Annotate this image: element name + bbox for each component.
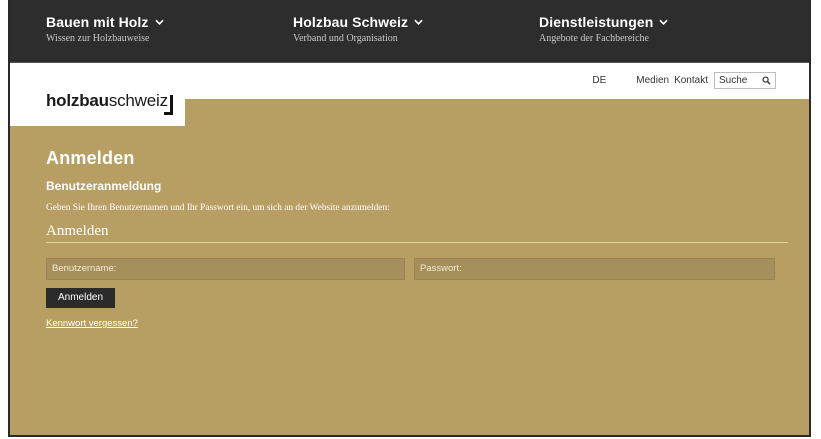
page-subtitle: Benutzeranmeldung (46, 179, 162, 193)
nav-item-bauen-mit-holz[interactable]: Bauen mit Holz Wissen zur Holzbauweise (46, 14, 164, 44)
login-fields: Benutzername: Passwort: (46, 258, 788, 280)
nav-item-holzbau-schweiz[interactable]: Holzbau Schweiz Verband und Organisation (293, 14, 423, 44)
search-icon[interactable] (762, 76, 771, 85)
password-field[interactable]: Passwort: (414, 258, 775, 280)
search-placeholder: Suche (719, 75, 748, 86)
link-kontakt[interactable]: Kontakt (674, 75, 708, 86)
nav-item-title: Holzbau Schweiz (293, 14, 409, 30)
nav-item-subtitle: Verband und Organisation (293, 33, 398, 44)
forgot-password-link[interactable]: Kennwort vergessen? (46, 318, 788, 329)
nav-item-title: Dienstleistungen (539, 14, 654, 30)
nav-item-subtitle: Wissen zur Holzbauweise (46, 33, 150, 44)
utility-bar: DE Medien Kontakt Suche (592, 72, 776, 89)
main-content: Anmelden Benutzeranmeldung Geben Sie Ihr… (46, 148, 788, 329)
language-switch[interactable]: DE (592, 75, 606, 86)
search-input[interactable]: Suche (714, 72, 776, 89)
username-field[interactable]: Benutzername: (46, 258, 405, 280)
login-section-title: Anmelden (46, 223, 788, 243)
chevron-down-icon (154, 19, 164, 25)
logo-bracket (164, 95, 173, 115)
chevron-down-icon (659, 19, 669, 25)
nav-item-title: Bauen mit Holz (46, 14, 149, 30)
nav-item-subtitle: Angebote der Fachbereiche (539, 33, 649, 44)
login-button[interactable]: Anmelden (46, 288, 116, 308)
page-title: Anmelden (46, 148, 135, 168)
top-navigation: Bauen mit Holz Wissen zur Holzbauweise H… (10, 0, 809, 63)
nav-item-dienstleistungen[interactable]: Dienstleistungen Angebote der Fachbereic… (539, 14, 669, 44)
link-medien[interactable]: Medien (636, 75, 669, 86)
login-description: Geben Sie Ihren Benutzernamen und Ihr Pa… (46, 203, 390, 213)
logo: holzbauschweiz (46, 91, 168, 110)
chevron-down-icon (414, 19, 423, 25)
logo-link[interactable]: holzbauschweiz (10, 63, 185, 126)
page-frame: Bauen mit Holz Wissen zur Holzbauweise H… (8, 0, 811, 437)
